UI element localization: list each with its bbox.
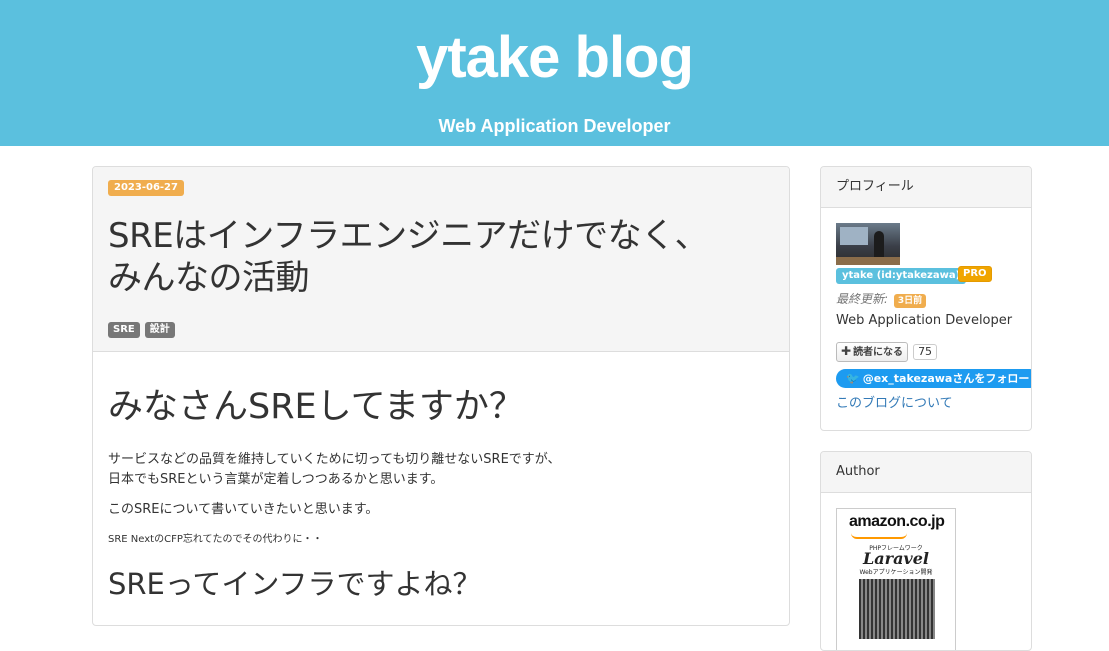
blog-title-link[interactable]: ytake blog xyxy=(0,24,1109,92)
article-title-line2[interactable]: みんなの活動 xyxy=(108,258,310,298)
paragraph-1: サービスなどの品質を維持していくために切っても切り離せないSREですが、 日本で… xyxy=(108,450,748,490)
subscribe-button[interactable]: ✚ 読者になる xyxy=(836,342,909,362)
plus-icon: ✚ xyxy=(841,344,852,358)
avatar-floor xyxy=(836,257,900,265)
profile-panel: プロフィール ytake (id:ytakezawa) PRO 最終更新: 3日… xyxy=(820,166,1032,431)
avatar-screen xyxy=(840,227,868,245)
last-updated: 最終更新: 3日前 xyxy=(836,290,927,308)
section-heading-1: みなさんSREしてますか？ xyxy=(108,387,524,427)
article-title[interactable]: SREはインフラエンジニアだけでなく、 みんなの活動 xyxy=(108,215,768,299)
article: 2023-06-27 SREはインフラエンジニアだけでなく、 みんなの活動 SR… xyxy=(92,166,790,626)
subscribe-label: 読者になる xyxy=(853,347,904,358)
book-cover-image xyxy=(859,579,935,639)
article-date-badge[interactable]: 2023-06-27 xyxy=(108,180,184,196)
amazon-smile-icon xyxy=(851,533,907,539)
book-cover-link[interactable]: amazon.co.jp PHPフレームワーク Laravel Webアプリケー… xyxy=(836,508,956,650)
amazon-logo: amazon.co.jp xyxy=(849,513,945,530)
category-design[interactable]: 設計 xyxy=(144,322,175,338)
blog-description: Web Application Developer xyxy=(438,116,671,136)
author-panel: Author amazon.co.jp PHPフレームワーク Laravel W… xyxy=(820,451,1032,651)
article-title-line1[interactable]: SREはインフラエンジニアだけでなく、 xyxy=(108,216,709,256)
article-header: 2023-06-27 SREはインフラエンジニアだけでなく、 みんなの活動 SR… xyxy=(93,167,789,352)
avatar-person xyxy=(874,231,884,257)
paragraph-1-line2: 日本でもSREという言葉が定着しつつあるかと思います。 xyxy=(108,472,444,487)
twitter-follow-label: @ex_takezawaさんをフォロー xyxy=(862,372,1030,385)
section-heading-2: SREってインフラですよね？ xyxy=(108,567,482,601)
paragraph-1-line1: サービスなどの品質を維持していくために切っても切り離せないSREですが、 xyxy=(108,452,561,467)
avatar[interactable] xyxy=(836,223,900,265)
category-list: SRE 設計 xyxy=(108,322,175,338)
last-updated-label: 最終更新: xyxy=(836,292,889,306)
subscriber-count: 75 xyxy=(913,344,938,360)
paragraph-2: このSREについて書いていきたいと思います。 xyxy=(108,502,379,517)
book-title: Laravel xyxy=(863,549,929,568)
last-updated-badge: 3日前 xyxy=(893,294,927,308)
paragraph-3: SRE NextのCFP忘れてたのでその代わりに・・ xyxy=(108,534,323,545)
twitter-bird-icon: 🐦 xyxy=(846,372,860,385)
category-sre[interactable]: SRE xyxy=(108,322,140,338)
about-blog-link[interactable]: このブログについて xyxy=(836,394,953,414)
subscribe-group: ✚ 読者になる 75 xyxy=(836,342,938,362)
twitter-follow-button[interactable]: 🐦 @ex_takezawaさんをフォロー xyxy=(836,369,1031,388)
profile-description: Web Application Developer xyxy=(836,313,1013,328)
book-title-secondary: Webアプリケーション開発 xyxy=(859,569,933,576)
site-header: ytake blog Web Application Developer xyxy=(0,0,1109,146)
profile-panel-heading: プロフィール xyxy=(821,167,1031,208)
user-id-badge[interactable]: ytake (id:ytakezawa) xyxy=(836,268,967,284)
pro-badge[interactable]: PRO xyxy=(958,266,992,282)
author-panel-heading: Author xyxy=(821,452,1031,493)
